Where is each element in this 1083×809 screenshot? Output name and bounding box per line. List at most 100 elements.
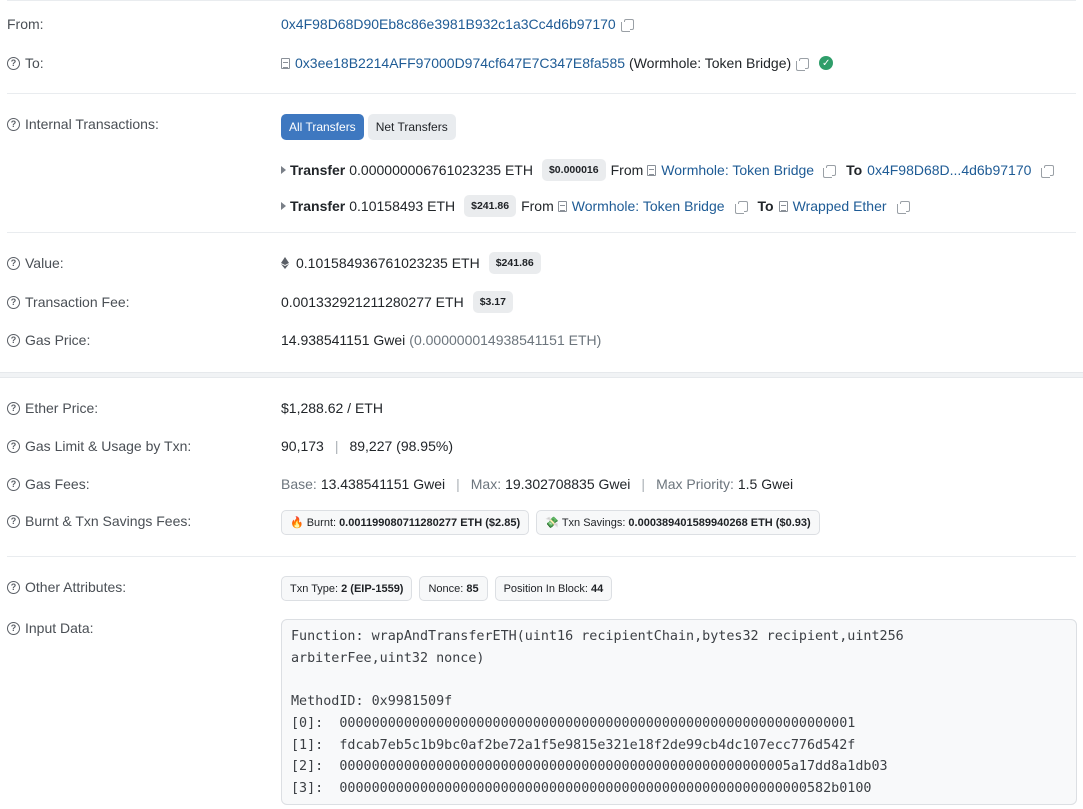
help-icon: ? — [7, 256, 20, 270]
help-icon: ? — [7, 295, 20, 309]
transfer-from-link[interactable]: Wormhole: Token Bridge — [661, 162, 814, 178]
help-icon: ? — [7, 477, 20, 491]
divider: | — [456, 476, 460, 492]
divider: | — [334, 438, 339, 454]
value-amount: 0.101584936761023235 ETH — [296, 255, 480, 271]
gas-fees-field: Base: 13.438541151 Gwei | Max: 19.302708… — [281, 476, 793, 492]
base-fee-value: 13.438541151 Gwei — [320, 476, 446, 492]
copy-icon[interactable] — [734, 200, 748, 214]
value-label: ? Value: — [7, 255, 64, 271]
internal-tx-label: ? Internal Transactions: — [7, 116, 159, 132]
burnt-pill: 🔥 Burnt: 0.001199080711280277 ETH ($2.85… — [281, 510, 530, 535]
expand-caret-icon[interactable] — [281, 166, 286, 174]
value-field: 0.101584936761023235 ETH $241.86 — [281, 252, 541, 274]
input-data-box[interactable]: Function: wrapAndTransferETH(uint16 reci… — [281, 619, 1077, 805]
burnt-value: 0.001199080711280277 ETH ($2.85) — [339, 516, 521, 529]
position-value: 44 — [590, 582, 604, 595]
transfer-amount: 0.000000006761023235 ETH — [349, 162, 533, 178]
burnt-field: 🔥 Burnt: 0.001199080711280277 ETH ($2.85… — [281, 510, 820, 535]
copy-icon[interactable] — [620, 18, 634, 32]
help-icon: ? — [7, 580, 20, 594]
contract-icon — [647, 164, 657, 176]
input-data-label: ? Input Data: — [7, 620, 94, 636]
copy-icon[interactable] — [823, 164, 837, 178]
to-contract-name: (Wormhole: Token Bridge) — [629, 55, 792, 71]
position-pill: Position In Block: 44 — [494, 576, 613, 601]
tab-net-transfers[interactable]: Net Transfers — [367, 114, 456, 140]
transfer-row: Transfer 0.10158493 ETH $241.86 From Wor… — [281, 195, 910, 217]
nonce-pill: Nonce: 85 — [419, 576, 488, 601]
copy-icon[interactable] — [796, 57, 810, 71]
max-priority-keyword: Max Priority: — [656, 476, 734, 492]
ether-price-value: $1,288.62 / ETH — [281, 400, 383, 416]
fee-amount: 0.001332921211280277 ETH — [281, 294, 464, 310]
verified-check-icon: ✓ — [819, 56, 834, 70]
from-keyword: From — [610, 162, 644, 178]
ethereum-icon — [281, 257, 289, 269]
fee-label: ? Transaction Fee: — [7, 294, 130, 310]
gas-price-field: 14.938541151 Gwei (0.000000014938541151 … — [281, 332, 601, 348]
copy-icon[interactable] — [1041, 164, 1055, 178]
to-keyword: To — [846, 162, 863, 178]
help-icon: ? — [7, 333, 20, 347]
max-fee-value: 19.302708835 Gwei — [505, 476, 631, 492]
section-divider — [0, 372, 1083, 378]
gas-usage-value: 89,227 (98.95%) — [349, 438, 453, 454]
burnt-label: ? Burnt & Txn Savings Fees: — [7, 513, 191, 529]
usd-badge: $3.17 — [472, 291, 513, 313]
gas-price-gwei: 14.938541151 Gwei — [281, 332, 406, 348]
internal-tabs: All Transfers Net Transfers — [281, 114, 460, 140]
gas-price-eth: (0.000000014938541151 ETH) — [409, 332, 602, 348]
savings-pill: 💸 Txn Savings: 0.000389401589940268 ETH … — [536, 510, 820, 535]
tab-all-transfers[interactable]: All Transfers — [281, 114, 364, 140]
txn-type-value: 2 (EIP-1559) — [341, 582, 404, 595]
base-keyword: Base: — [281, 476, 317, 492]
nonce-keyword: Nonce: — [428, 582, 464, 595]
transfer-from-link[interactable]: Wormhole: Token Bridge — [572, 198, 725, 214]
to-keyword: To — [757, 198, 774, 214]
money-icon: 💸 — [545, 517, 559, 529]
attrs-field: Txn Type: 2 (EIP-1559) Nonce: 85 Positio… — [281, 576, 613, 601]
copy-icon[interactable] — [896, 200, 910, 214]
contract-icon — [557, 200, 567, 212]
transfer-row: Transfer 0.000000006761023235 ETH $0.000… — [281, 159, 1055, 181]
to-value: 0x3ee18B2214AFF97000D974cf647E7C347E8fa5… — [281, 55, 834, 71]
fee-field: 0.001332921211280277 ETH $3.17 — [281, 291, 513, 313]
help-icon: ? — [7, 56, 20, 70]
contract-icon — [778, 200, 788, 212]
transfer-keyword: Transfer — [290, 162, 346, 178]
max-priority-value: 1.5 Gwei — [737, 476, 794, 492]
expand-caret-icon[interactable] — [281, 202, 286, 210]
to-address-link[interactable]: 0x3ee18B2214AFF97000D974cf647E7C347E8fa5… — [295, 55, 625, 71]
savings-keyword: Txn Savings: — [561, 516, 626, 529]
max-keyword: Max: — [470, 476, 502, 492]
usd-badge: $241.86 — [464, 195, 517, 217]
gas-limit-value: 90,173 — [281, 438, 324, 454]
usd-badge: $241.86 — [488, 252, 541, 274]
transfer-amount: 0.10158493 ETH — [349, 198, 456, 214]
help-icon: ? — [7, 439, 20, 453]
gas-limit-field: 90,173 | 89,227 (98.95%) — [281, 438, 453, 454]
ether-price-label: ? Ether Price: — [7, 400, 98, 416]
savings-value: 0.000389401589940268 ETH ($0.93) — [628, 516, 811, 529]
txn-type-keyword: Txn Type: — [290, 582, 339, 595]
from-keyword: From — [521, 198, 554, 214]
nonce-value: 85 — [466, 582, 479, 595]
gas-limit-label: ? Gas Limit & Usage by Txn: — [7, 438, 191, 454]
usd-badge: $0.000016 — [541, 159, 606, 181]
help-icon: ? — [7, 514, 20, 528]
help-icon: ? — [7, 117, 20, 131]
contract-icon — [281, 57, 290, 69]
transfer-to-link[interactable]: Wrapped Ether — [793, 198, 887, 214]
burnt-keyword: Burnt: — [306, 516, 337, 529]
to-label: ? To: — [7, 55, 44, 71]
gas-price-label: ? Gas Price: — [7, 332, 90, 348]
from-address-link[interactable]: 0x4F98D68D90Eb8c86e3981B932c1a3Cc4d6b971… — [281, 16, 616, 32]
position-keyword: Position In Block: — [503, 582, 588, 595]
fire-icon: 🔥 — [290, 517, 304, 529]
divider: | — [641, 476, 646, 492]
txn-type-pill: Txn Type: 2 (EIP-1559) — [281, 576, 413, 601]
transfer-keyword: Transfer — [290, 198, 346, 214]
transfer-to-link[interactable]: 0x4F98D68D...4d6b97170 — [867, 162, 1031, 178]
from-value: 0x4F98D68D90Eb8c86e3981B932c1a3Cc4d6b971… — [281, 16, 634, 32]
